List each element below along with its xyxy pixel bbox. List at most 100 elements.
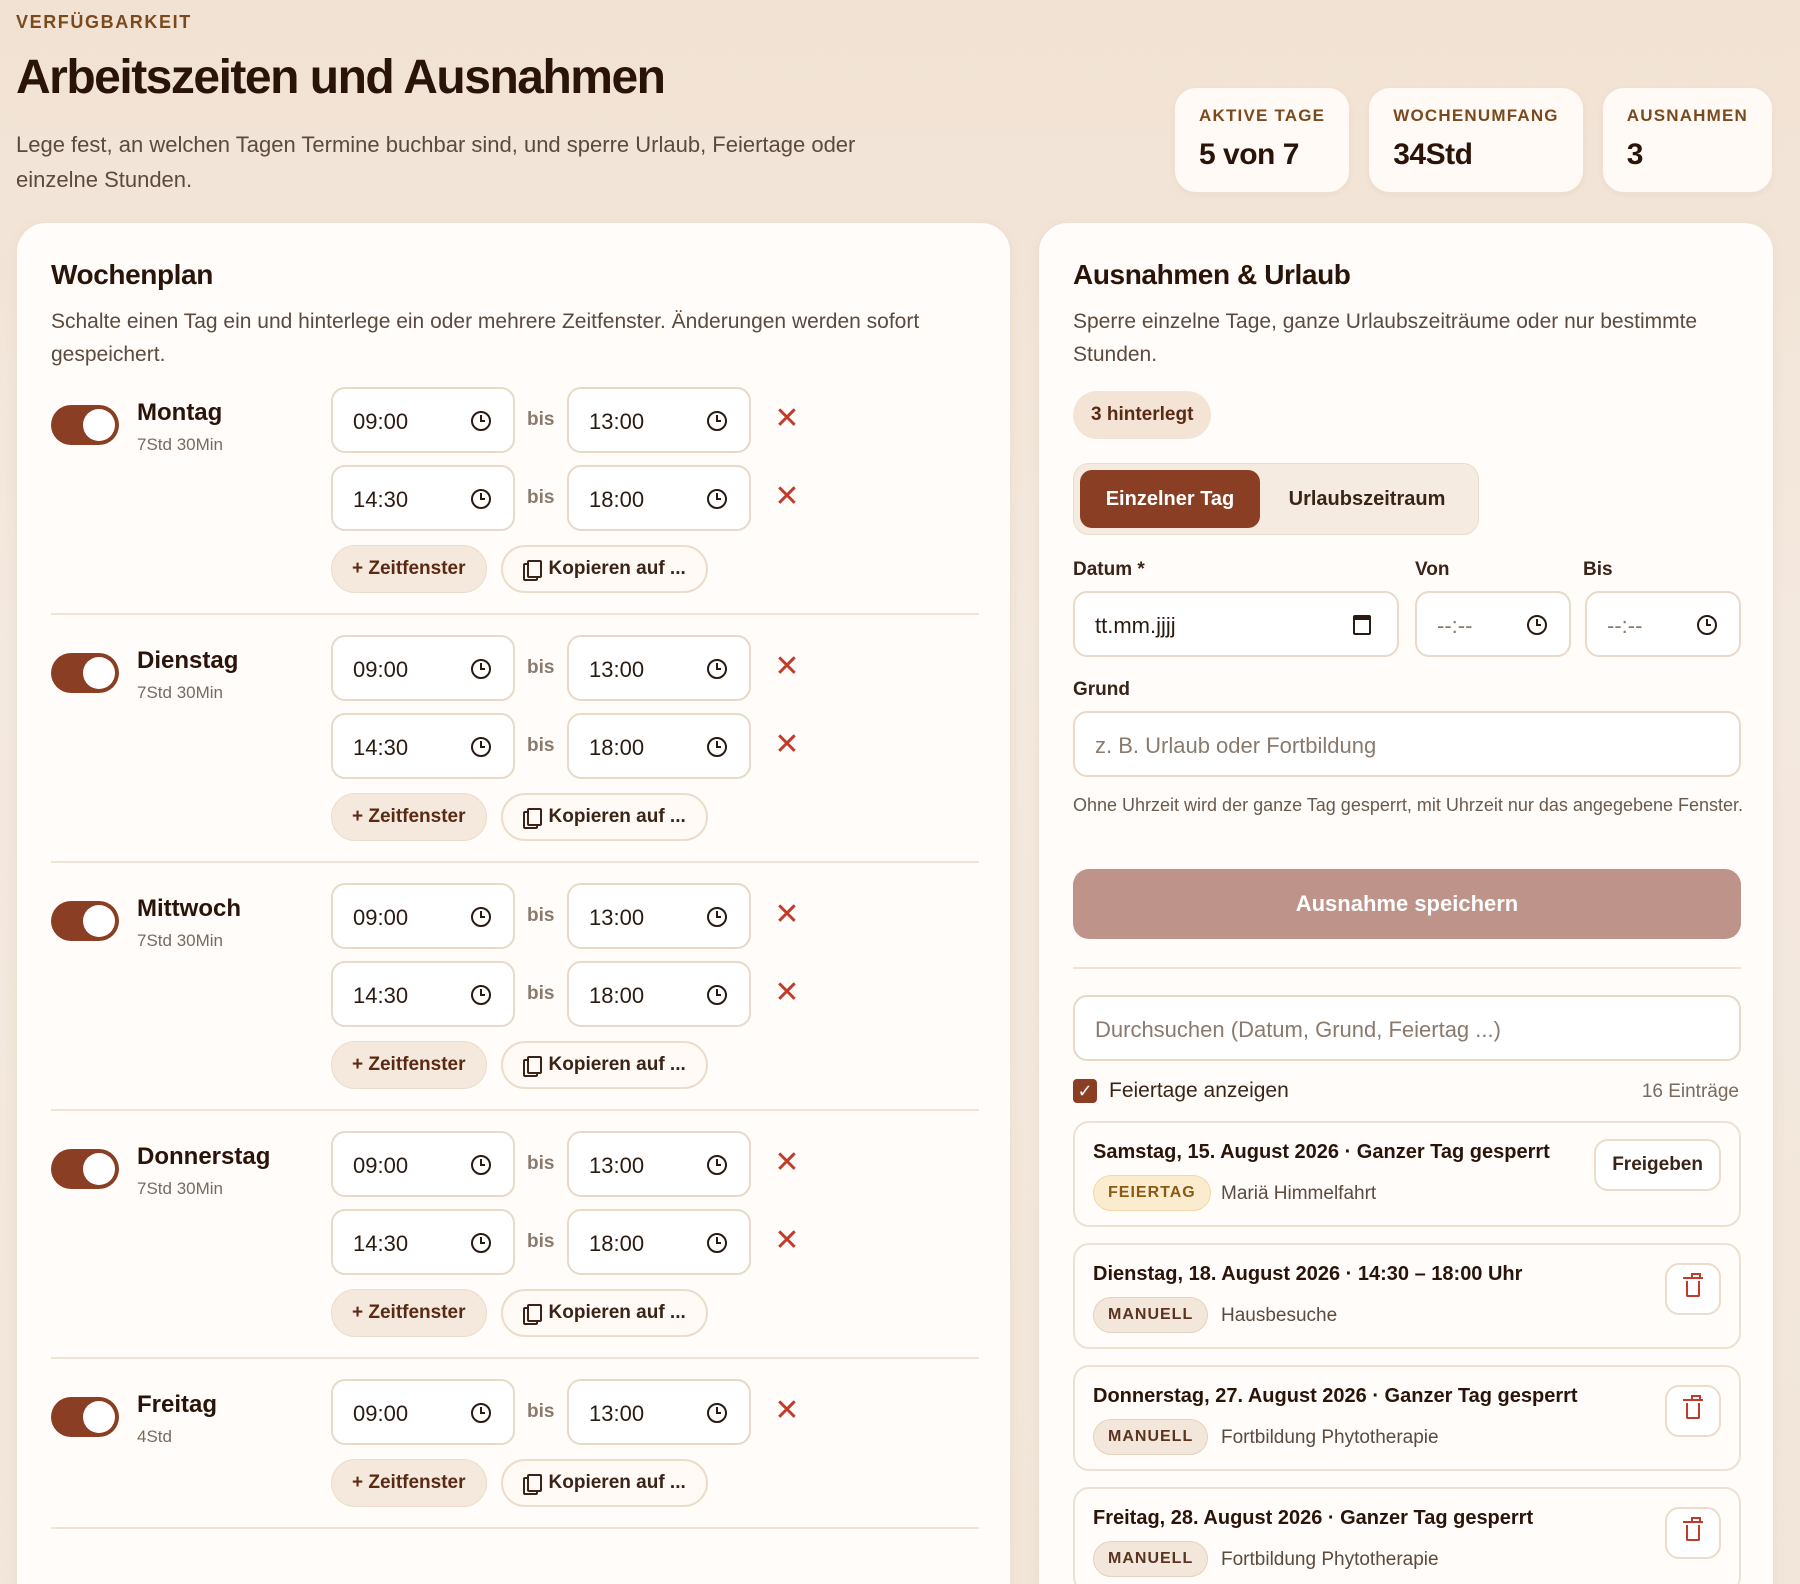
release-button[interactable]: Freigeben xyxy=(1594,1139,1721,1191)
slot-to-input[interactable]: 13:00 xyxy=(567,635,751,701)
add-slot-button[interactable]: + Zeitfenster xyxy=(331,793,487,841)
clock-icon[interactable] xyxy=(707,489,727,509)
slot-from-input[interactable]: 14:30 xyxy=(331,713,515,779)
clock-icon[interactable] xyxy=(471,1403,491,1423)
clock-icon[interactable] xyxy=(471,1233,491,1253)
slot-from-input[interactable]: 09:00 xyxy=(331,387,515,453)
bis-label: bis xyxy=(527,657,555,678)
remove-slot-icon[interactable]: ✕ xyxy=(769,1223,805,1259)
slot-from-value: 14:30 xyxy=(353,983,409,1008)
remove-slot-icon[interactable]: ✕ xyxy=(769,897,805,933)
copy-to-button[interactable]: Kopieren auf ... xyxy=(500,1289,708,1337)
slot-to-input[interactable]: 18:00 xyxy=(567,465,751,531)
date-input[interactable]: tt.mm.jjjj xyxy=(1073,591,1399,657)
day-toggle[interactable] xyxy=(51,1149,119,1189)
copy-to-button[interactable]: Kopieren auf ... xyxy=(500,1459,708,1507)
date-label: Datum * xyxy=(1073,559,1145,580)
clock-icon[interactable] xyxy=(707,411,727,431)
search-input[interactable]: Durchsuchen (Datum, Grund, Feiertag ...) xyxy=(1073,995,1741,1061)
clock-icon[interactable] xyxy=(471,907,491,927)
bis-label: bis xyxy=(527,1231,555,1252)
slot-from-input[interactable]: 09:00 xyxy=(331,1379,515,1445)
slot-from-input[interactable]: 14:30 xyxy=(331,961,515,1027)
tab-vacation-period[interactable]: Urlaubszeitraum xyxy=(1262,470,1472,528)
entry-title: Samstag, 15. August 2026 · Ganzer Tag ge… xyxy=(1093,1141,1550,1163)
slot-to-input[interactable]: 13:00 xyxy=(567,387,751,453)
time-slot: 14:30 bis 18:00 ✕ xyxy=(331,465,811,531)
clock-icon[interactable] xyxy=(707,659,727,679)
day-toggle[interactable] xyxy=(51,901,119,941)
slot-from-input[interactable]: 09:00 xyxy=(331,883,515,949)
clock-icon[interactable] xyxy=(707,907,727,927)
clock-icon[interactable] xyxy=(707,1155,727,1175)
copy-to-button[interactable]: Kopieren auf ... xyxy=(500,1041,708,1089)
slot-from-input[interactable]: 14:30 xyxy=(331,465,515,531)
add-slot-button[interactable]: + Zeitfenster xyxy=(331,1459,487,1507)
save-exception-button[interactable]: Ausnahme speichern xyxy=(1073,869,1741,939)
clock-icon[interactable] xyxy=(471,489,491,509)
clock-icon[interactable] xyxy=(1697,615,1717,635)
from-time-input[interactable]: --:-- xyxy=(1415,591,1571,657)
day-hours: 7Std 30Min xyxy=(137,931,223,950)
delete-entry-button[interactable] xyxy=(1665,1263,1721,1315)
add-slot-button[interactable]: + Zeitfenster xyxy=(331,1289,487,1337)
clock-icon[interactable] xyxy=(471,659,491,679)
remove-slot-icon[interactable]: ✕ xyxy=(769,727,805,763)
add-slot-button[interactable]: + Zeitfenster xyxy=(331,1041,487,1089)
slot-from-input[interactable]: 09:00 xyxy=(331,635,515,701)
show-holidays-label[interactable]: Feiertage anzeigen xyxy=(1109,1079,1289,1103)
bis-label: bis xyxy=(527,1401,555,1422)
remove-slot-icon[interactable]: ✕ xyxy=(769,1393,805,1429)
remove-slot-icon[interactable]: ✕ xyxy=(769,649,805,685)
clock-icon[interactable] xyxy=(707,737,727,757)
remove-slot-icon[interactable]: ✕ xyxy=(769,479,805,515)
bis-label: bis xyxy=(527,409,555,430)
slot-to-input[interactable]: 18:00 xyxy=(567,1209,751,1275)
reason-placeholder: z. B. Urlaub oder Fortbildung xyxy=(1095,733,1377,758)
weekplan-card: Wochenplan Schalte einen Tag ein und hin… xyxy=(16,222,1011,1584)
entry-reason: Fortbildung Phytotherapie xyxy=(1221,1427,1439,1448)
copy-to-button[interactable]: Kopieren auf ... xyxy=(500,545,708,593)
clock-icon[interactable] xyxy=(471,1155,491,1175)
delete-entry-button[interactable] xyxy=(1665,1507,1721,1559)
toggle-knob xyxy=(83,905,115,937)
slot-to-input[interactable]: 13:00 xyxy=(567,1379,751,1445)
slot-to-input[interactable]: 18:00 xyxy=(567,961,751,1027)
slot-from-value: 14:30 xyxy=(353,1231,409,1256)
day-toggle[interactable] xyxy=(51,405,119,445)
slot-from-input[interactable]: 14:30 xyxy=(331,1209,515,1275)
show-holidays-checkbox[interactable]: ✓ xyxy=(1073,1079,1097,1103)
clock-icon[interactable] xyxy=(1527,615,1547,635)
day-toggle[interactable] xyxy=(51,1397,119,1437)
stat-exceptions: AUSNAHMEN 3 xyxy=(1601,87,1774,193)
day-toggle[interactable] xyxy=(51,653,119,693)
reason-input[interactable]: z. B. Urlaub oder Fortbildung xyxy=(1073,711,1741,777)
to-time-input[interactable]: --:-- xyxy=(1585,591,1741,657)
slot-to-input[interactable]: 18:00 xyxy=(567,713,751,779)
slot-to-input[interactable]: 13:00 xyxy=(567,1131,751,1197)
clock-icon[interactable] xyxy=(471,411,491,431)
clock-icon[interactable] xyxy=(707,1233,727,1253)
slot-to-input[interactable]: 13:00 xyxy=(567,883,751,949)
slot-from-value: 09:00 xyxy=(353,905,409,930)
slot-from-input[interactable]: 09:00 xyxy=(331,1131,515,1197)
toggle-knob xyxy=(83,409,115,441)
stats-bar: AKTIVE TAGE 5 von 7 WOCHENUMFANG 34Std A… xyxy=(1174,87,1774,193)
tab-single-day[interactable]: Einzelner Tag xyxy=(1080,470,1260,528)
time-slot: 09:00 bis 13:00 ✕ xyxy=(331,1131,811,1197)
clock-icon[interactable] xyxy=(707,985,727,1005)
slot-from-value: 09:00 xyxy=(353,1153,409,1178)
remove-slot-icon[interactable]: ✕ xyxy=(769,401,805,437)
clock-icon[interactable] xyxy=(471,737,491,757)
remove-slot-icon[interactable]: ✕ xyxy=(769,1145,805,1181)
exceptions-title: Ausnahmen & Urlaub xyxy=(1073,259,1351,290)
clock-icon[interactable] xyxy=(471,985,491,1005)
slot-from-value: 14:30 xyxy=(353,735,409,760)
calendar-icon[interactable] xyxy=(1353,615,1371,635)
delete-entry-button[interactable] xyxy=(1665,1385,1721,1437)
day-actions: + Zeitfenster Kopieren auf ... xyxy=(331,1041,708,1089)
clock-icon[interactable] xyxy=(707,1403,727,1423)
copy-to-button[interactable]: Kopieren auf ... xyxy=(500,793,708,841)
add-slot-button[interactable]: + Zeitfenster xyxy=(331,545,487,593)
remove-slot-icon[interactable]: ✕ xyxy=(769,975,805,1011)
